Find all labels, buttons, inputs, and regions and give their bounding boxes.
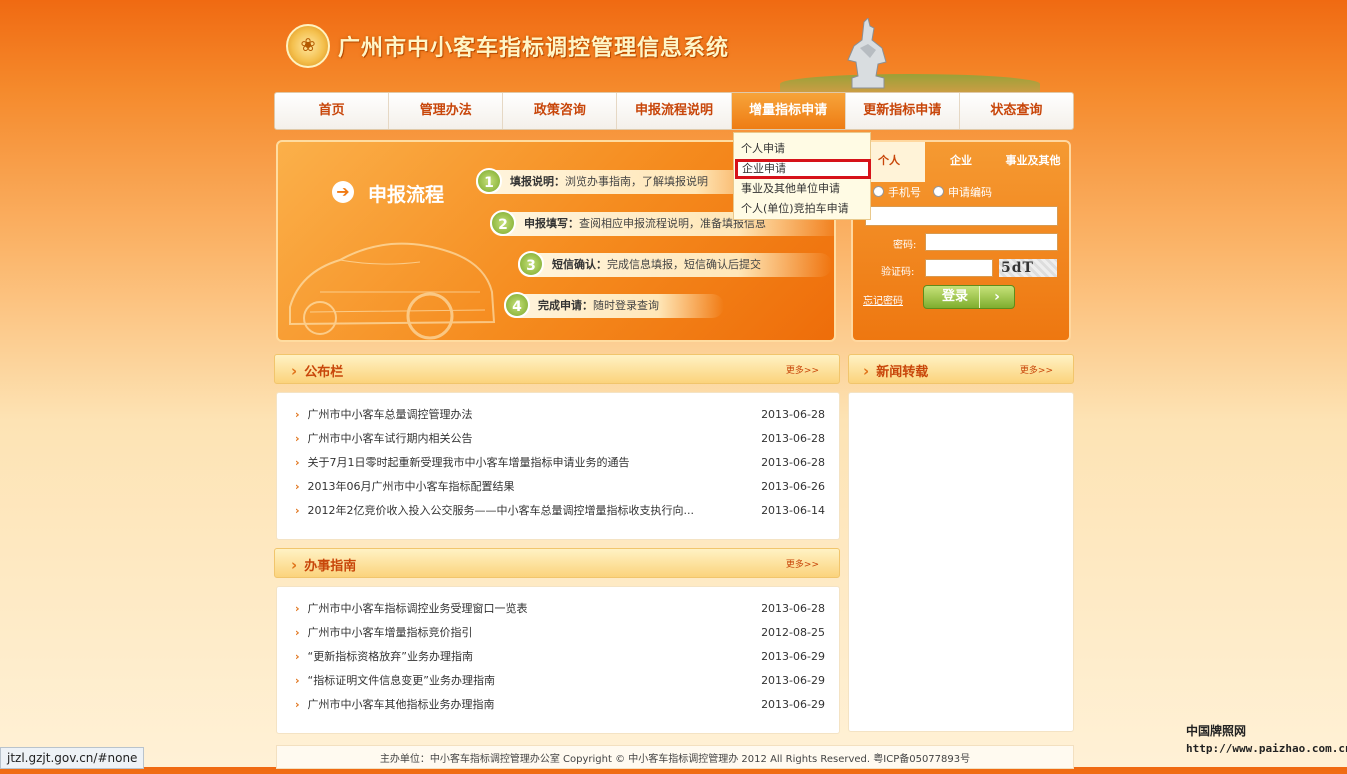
dropdown-institution-apply[interactable]: 事业及其他单位申请 <box>734 179 870 199</box>
nav-process-guide[interactable]: 申报流程说明 <box>617 93 732 129</box>
captcha-input[interactable] <box>925 259 993 277</box>
nav-regulations[interactable]: 管理办法 <box>389 93 504 129</box>
forgot-password-link[interactable]: 忘记密码 <box>863 292 903 307</box>
guide-more-link[interactable]: 更多>> <box>786 557 819 570</box>
list-item[interactable]: “指标证明文件信息变更”业务办理指南2013-06-29 <box>295 669 825 693</box>
banner-title: 申报流程 <box>368 184 445 206</box>
list-item[interactable]: 广州市中小客车其他指标业务办理指南2013-06-29 <box>295 693 825 717</box>
list-item[interactable]: 广州市中小客车指标调控业务受理窗口一览表2013-06-28 <box>295 597 825 621</box>
goat-statue-icon <box>847 18 887 89</box>
login-button[interactable]: 登录 › <box>923 285 1015 309</box>
dropdown-personal-apply[interactable]: 个人申请 <box>734 139 870 159</box>
notice-more-link[interactable]: 更多>> <box>786 363 819 376</box>
list-item[interactable]: “更新指标资格放弃”业务办理指南2013-06-29 <box>295 645 825 669</box>
nav-home[interactable]: 首页 <box>275 93 390 129</box>
dropdown-auction-apply[interactable]: 个人(单位)竞拍车申请 <box>734 199 870 219</box>
radio-phone[interactable]: 手机号 <box>873 184 921 202</box>
radio-apply-code[interactable]: 申请编码 <box>933 184 992 202</box>
nav-renew-apply[interactable]: 更新指标申请 <box>846 93 960 129</box>
hill-decoration <box>780 74 1040 94</box>
list-item[interactable]: 广州市中小客车试行期内相关公告2013-06-28 <box>295 427 825 451</box>
guide-list: 广州市中小客车指标调控业务受理窗口一览表2013-06-28 广州市中小客车增量… <box>276 586 840 734</box>
dropdown-enterprise-apply[interactable]: 企业申请 <box>735 159 871 179</box>
list-item[interactable]: 2013年06月广州市中小客车指标配置结果2013-06-26 <box>295 475 825 499</box>
increment-apply-dropdown: 个人申请 企业申请 事业及其他单位申请 个人(单位)竞拍车申请 <box>733 132 871 220</box>
login-panel: 个人 企业 事业及其他 手机号 申请编码 密码: 验证码: 5dT 忘记密码 登… <box>851 140 1071 342</box>
process-step-4: 4 完成申请：随时登录查询 <box>504 292 724 318</box>
list-item[interactable]: 2012年2亿竞价收入投入公交服务——中小客车总量调控增量指标收支执行向...2… <box>295 499 825 523</box>
arrow-right-icon: ➔ <box>332 181 354 203</box>
notice-header: 公布栏 更多>> <box>274 354 840 384</box>
process-step-3: 3 短信确认：完成信息填报，短信确认后提交 <box>518 251 832 277</box>
news-header: 新闻转载 更多>> <box>848 354 1074 384</box>
browser-status-url: jtzl.gzjt.gov.cn/#none <box>0 747 145 769</box>
watermark-name: 中国牌照网 <box>1186 724 1247 738</box>
captcha-image[interactable]: 5dT <box>999 259 1057 277</box>
list-item[interactable]: 广州市中小客车总量调控管理办法2013-06-28 <box>295 403 825 427</box>
nav-status-query[interactable]: 状态查询 <box>960 93 1073 129</box>
main-nav: 首页 管理办法 政策咨询 申报流程说明 增量指标申请 更新指标申请 状态查询 <box>274 92 1074 130</box>
city-emblem-icon: ❀ <box>286 24 330 68</box>
list-item[interactable]: 关于7月1日零时起重新受理我市中小客车增量指标申请业务的通告2013-06-28 <box>295 451 825 475</box>
news-more-link[interactable]: 更多>> <box>1020 363 1053 376</box>
password-label: 密码: <box>893 240 917 251</box>
radio-icon <box>873 186 884 197</box>
nav-policy-consult[interactable]: 政策咨询 <box>503 93 618 129</box>
news-title: 新闻转载 <box>863 361 928 380</box>
password-input[interactable] <box>925 233 1058 251</box>
site-title: 广州市中小客车指标调控管理信息系统 <box>338 36 730 61</box>
account-input[interactable] <box>865 206 1058 226</box>
tab-institution[interactable]: 事业及其他 <box>997 142 1069 182</box>
notice-title: 公布栏 <box>291 361 343 380</box>
radio-icon <box>933 186 944 197</box>
chevron-right-icon: › <box>979 286 1014 308</box>
nav-increment-apply[interactable]: 增量指标申请 <box>731 93 846 129</box>
car-illustration <box>289 242 496 340</box>
notice-list: 广州市中小客车总量调控管理办法2013-06-28 广州市中小客车试行期内相关公… <box>276 392 840 540</box>
tab-enterprise[interactable]: 企业 <box>925 142 997 182</box>
guide-header: 办事指南 更多>> <box>274 548 840 578</box>
guide-title: 办事指南 <box>291 555 356 574</box>
news-list <box>848 392 1074 732</box>
page-footer: 主办单位：中小客车指标调控管理办公室 Copyright © 中小客车指标调控管… <box>276 745 1074 769</box>
list-item[interactable]: 广州市中小客车增量指标竞价指引2012-08-25 <box>295 621 825 645</box>
captcha-label: 验证码: <box>881 267 915 278</box>
watermark-url: http://www.paizhao.com.cn <box>1186 742 1347 755</box>
login-tabs: 个人 企业 事业及其他 <box>853 142 1069 182</box>
